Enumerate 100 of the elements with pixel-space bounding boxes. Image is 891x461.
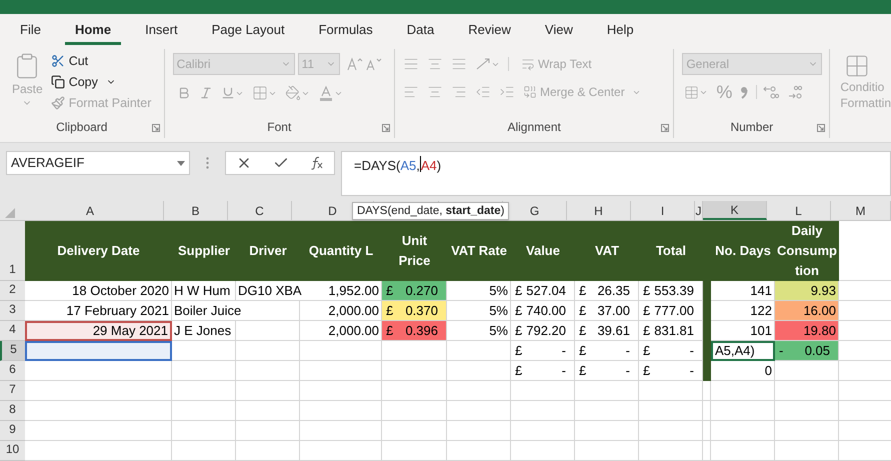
group-label: Font (267, 119, 292, 136)
function-tooltip: DAYS(end_date, start_date) (352, 202, 510, 220)
table-cell: £ 0.396 (382, 321, 447, 341)
column-header[interactable]: I (631, 201, 695, 220)
header-cell: No. Days (711, 221, 775, 281)
table-cell: 2,000.00 (300, 301, 382, 321)
grow-font-icon[interactable] (346, 57, 363, 71)
table-cell: £ 553.39 (639, 281, 703, 301)
table-cell (639, 441, 703, 461)
font-color-icon[interactable] (318, 85, 343, 101)
table-cell: DG10 XBA (238, 280, 304, 300)
table-cell: £ 777.00 (639, 301, 703, 321)
formula-field[interactable]: =DAYS(A5,A4) (341, 151, 891, 196)
decrease-decimal-icon[interactable] (756, 85, 780, 99)
drag-handle-icon[interactable] (206, 157, 209, 169)
table-cell: 9.93 (775, 281, 839, 301)
table-cell: 141 (711, 281, 775, 301)
row-header[interactable]: 5 (0, 341, 25, 361)
ribbon-tab[interactable]: Formulas (308, 17, 383, 45)
row-header[interactable]: 10 (0, 441, 25, 461)
table-cell: £ - (639, 361, 703, 381)
name-box[interactable]: AVERAGEIF (6, 151, 190, 175)
ribbon-tab[interactable]: File (10, 17, 51, 45)
row-header[interactable]: 1 (0, 221, 25, 281)
column-header[interactable]: H (567, 201, 631, 220)
row-header[interactable]: 6 (0, 361, 25, 381)
column-header[interactable]: M (831, 201, 891, 220)
table-cell: £ 0.370 (382, 301, 447, 321)
table-cell: Boiler Juice (174, 300, 244, 320)
ribbon-tab[interactable]: Review (458, 17, 521, 45)
table-cell: £ - (575, 341, 639, 361)
align-middle-icon[interactable] (427, 56, 443, 72)
row-header[interactable]: 8 (0, 401, 25, 421)
table-cell: 19.80 (775, 321, 839, 341)
column-header[interactable]: B (164, 201, 228, 220)
orientation-icon[interactable] (475, 57, 509, 71)
select-all-icon[interactable] (5, 208, 15, 218)
table-cell: 16.00 (775, 301, 839, 321)
header-cell: Daily Consump tion (775, 221, 839, 281)
comma-icon[interactable] (740, 85, 748, 99)
ribbon-tab[interactable]: Insert (135, 17, 188, 45)
copy-button[interactable]: Copy (50, 72, 152, 92)
dialog-launcher-icon[interactable] (661, 124, 670, 132)
table-cell: 29 May 2021 (25, 321, 172, 341)
header-cell: Total (639, 221, 703, 281)
align-bottom-icon[interactable] (451, 56, 467, 72)
underline-icon[interactable] (220, 86, 244, 100)
wrap-text-icon (521, 57, 535, 71)
table-cell: £ 740.00 (511, 301, 575, 321)
table-cell (236, 441, 300, 461)
table-cell: £ 26.35 (575, 281, 639, 301)
editing-cell[interactable]: A5,A4) (711, 341, 775, 361)
copy-icon (50, 75, 65, 90)
borders-icon[interactable] (252, 85, 277, 101)
paintbrush-icon (50, 96, 65, 110)
table-cell: £ - (639, 341, 703, 361)
row-header[interactable]: 9 (0, 421, 25, 441)
table-cell: 5% (447, 321, 511, 341)
ribbon-tab[interactable]: View (534, 17, 583, 45)
shrink-font-icon[interactable] (366, 57, 382, 71)
align-center-icon[interactable] (427, 84, 443, 100)
ribbon-tab[interactable]: Page Layout (202, 17, 295, 45)
align-left-icon[interactable] (403, 84, 419, 100)
table-cell: 17 February 2021 (25, 301, 172, 321)
cut-button[interactable]: Cut (50, 52, 152, 71)
table-cell: 0 (711, 361, 775, 381)
align-right-icon[interactable] (451, 84, 467, 100)
decrease-indent-icon[interactable] (475, 84, 491, 100)
function-icon[interactable] (310, 156, 324, 170)
italic-icon[interactable] (198, 86, 213, 100)
table-cell: £ 37.00 (575, 301, 639, 321)
table-cell: £ 831.81 (639, 321, 703, 341)
align-top-icon[interactable] (403, 56, 419, 72)
table-cell (575, 441, 639, 461)
table-cell (711, 441, 775, 461)
table-cell: - 0.05 (775, 341, 839, 361)
merge-icon (523, 85, 537, 99)
column-header[interactable]: C (228, 201, 292, 220)
column-header[interactable]: L (767, 201, 831, 220)
increase-indent-icon[interactable] (499, 84, 515, 100)
dialog-launcher-icon[interactable] (152, 124, 160, 132)
table-cell: £ - (575, 361, 639, 381)
table-cell (511, 441, 575, 461)
row-header[interactable]: 3 (0, 301, 25, 321)
row-header[interactable]: 2 (0, 281, 25, 301)
conditional-formatting-icon[interactable] (844, 53, 870, 79)
fill-color-icon[interactable] (284, 85, 310, 101)
dialog-launcher-icon[interactable] (817, 124, 826, 132)
increase-decimal-icon[interactable] (787, 85, 804, 99)
column-header[interactable]: A (17, 201, 164, 220)
column-header[interactable]: K (703, 201, 767, 220)
ribbon-tab[interactable]: Help (596, 17, 644, 45)
dialog-launcher-icon[interactable] (382, 124, 390, 132)
row-header[interactable]: 7 (0, 381, 25, 401)
ribbon-tab[interactable]: Data (396, 17, 444, 45)
row-header[interactable]: 4 (0, 321, 25, 341)
group-label: Clipboard (56, 119, 108, 136)
table-cell (382, 441, 447, 461)
scissors-icon (50, 54, 65, 68)
header-cell: Quantity L (300, 221, 382, 281)
